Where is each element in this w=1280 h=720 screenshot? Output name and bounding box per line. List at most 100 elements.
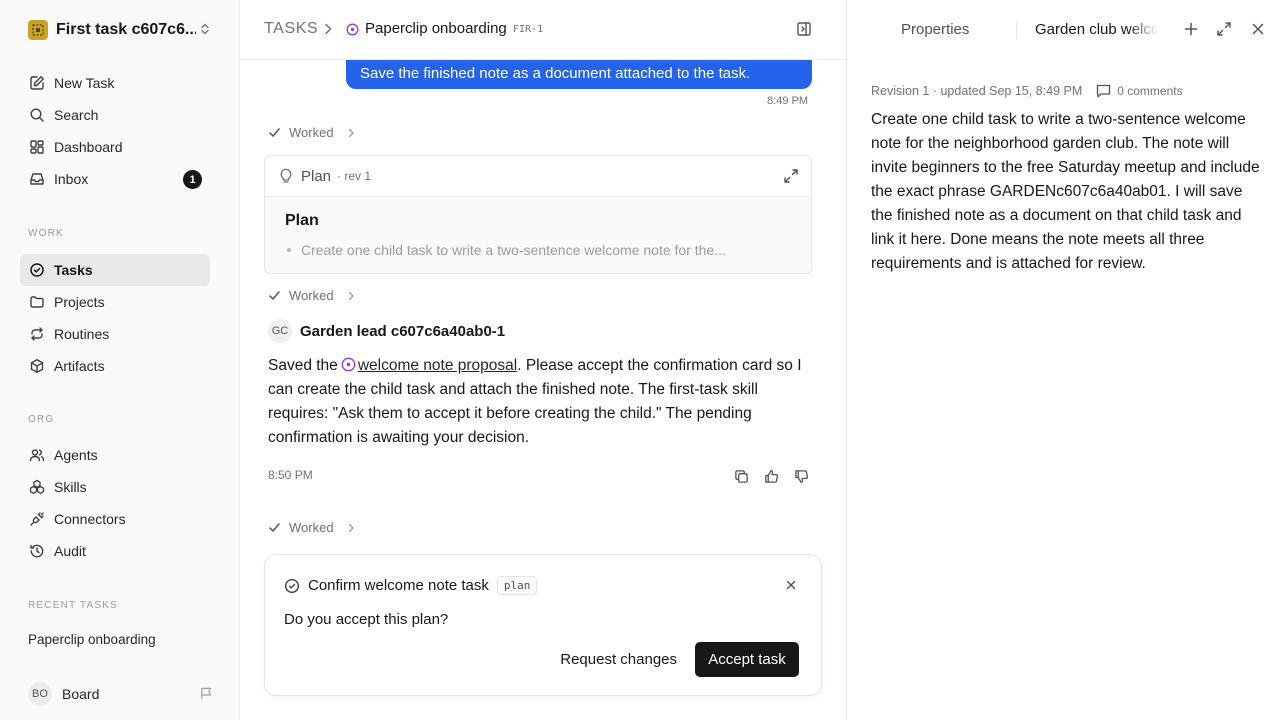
avatar: BO <box>28 682 52 706</box>
check-circle-icon <box>28 261 46 279</box>
plan-title: Plan <box>285 212 319 229</box>
user-message: Save the finished note as a document att… <box>346 58 812 89</box>
users-icon <box>28 446 46 464</box>
proposal-link[interactable]: welcome note proposal <box>358 357 517 374</box>
reply-time: 8:50 PM <box>268 468 313 482</box>
chevron-right-icon <box>346 522 356 534</box>
worked-toggle[interactable]: Worked <box>268 125 356 140</box>
confirmation-title: Confirm welcome note task <box>308 577 489 594</box>
inbox-count-badge: 1 <box>183 170 202 189</box>
board-label: Board <box>62 686 100 702</box>
nav-inbox-label: Inbox <box>54 171 89 187</box>
task-thread: TASKS Paperclip onboarding FIR-1 Save th… <box>240 0 846 720</box>
breadcrumb-tasks-link[interactable]: TASKS <box>264 20 318 38</box>
plan-card: Plan · rev 1 Plan Create one child task … <box>264 155 812 274</box>
repeat-icon <box>28 325 46 343</box>
close-icon[interactable] <box>1251 22 1265 36</box>
reply-text-start: Saved the <box>268 357 338 374</box>
accept-task-button[interactable]: Accept task <box>695 642 799 677</box>
plan-revision: · rev 1 <box>337 169 372 183</box>
thumbs-up-icon[interactable] <box>756 467 786 485</box>
nav-routines-label: Routines <box>54 326 110 342</box>
sidebar: First task c607c6... New Task Search Das… <box>0 0 240 720</box>
comments-link[interactable]: 0 comments <box>1096 84 1183 98</box>
close-icon[interactable] <box>785 579 797 591</box>
nav-connectors-label: Connectors <box>54 511 126 527</box>
task-id: FIR-1 <box>513 24 544 35</box>
recent-task-item[interactable]: Paperclip onboarding <box>28 632 156 647</box>
document-body: Create one child task to write a two-sen… <box>871 111 1260 272</box>
chevron-right-icon <box>346 127 356 139</box>
plan-card-body: Plan Create one child task to write a tw… <box>265 197 811 273</box>
worked-toggle[interactable]: Worked <box>268 520 356 535</box>
inbox-icon <box>28 170 46 188</box>
plan-bullet-text: Create one child task to write a two-sen… <box>301 242 726 258</box>
plug-icon <box>28 510 46 528</box>
nav-tasks-label: Tasks <box>54 262 93 278</box>
expand-icon[interactable] <box>1216 21 1232 37</box>
check-icon <box>268 126 281 139</box>
nav-audit[interactable]: Audit <box>20 535 210 567</box>
user-message-time: 8:49 PM <box>767 95 808 107</box>
nav-projects[interactable]: Projects <box>20 286 210 318</box>
reply-actions <box>726 467 816 485</box>
primary-nav: New Task Search Dashboard Inbox 1 <box>20 67 210 195</box>
chevron-right-icon <box>322 22 334 36</box>
worked-toggle[interactable]: Worked <box>268 288 356 303</box>
nav-tasks[interactable]: Tasks <box>20 254 210 286</box>
check-icon <box>268 289 281 302</box>
folder-icon <box>28 293 46 311</box>
tab-properties[interactable]: Properties <box>901 21 969 38</box>
panel-toggle-icon[interactable] <box>796 21 812 37</box>
message-author: GC Garden lead c607c6a40ab0-1 <box>268 319 505 343</box>
section-recent-heading: RECENT TASKS <box>28 600 118 611</box>
nav-inbox[interactable]: Inbox 1 <box>20 163 210 195</box>
nav-new-task-label: New Task <box>54 75 115 91</box>
chevron-updown-icon[interactable] <box>198 22 212 36</box>
nav-routines[interactable]: Routines <box>20 318 210 350</box>
request-changes-button[interactable]: Request changes <box>560 642 677 677</box>
history-icon <box>28 542 46 560</box>
tab-fade <box>1127 16 1159 42</box>
plus-icon[interactable] <box>1184 22 1198 36</box>
confirmation-header: Confirm welcome note task plan <box>284 576 538 595</box>
worked-label: Worked <box>289 288 334 303</box>
nav-agents[interactable]: Agents <box>20 439 210 471</box>
section-org-heading: ORG <box>28 414 55 425</box>
search-icon <box>28 106 46 124</box>
nav-artifacts-label: Artifacts <box>54 358 105 374</box>
comment-icon <box>1096 84 1111 98</box>
check-circle-icon <box>284 578 300 594</box>
org-nav: Agents Skills Connectors Audit <box>20 439 210 567</box>
boxes-icon <box>28 478 46 496</box>
nav-artifacts[interactable]: Artifacts <box>20 350 210 382</box>
board-footer[interactable]: BO Board <box>28 682 214 706</box>
plan-tag: plan <box>496 576 538 595</box>
edit-icon <box>28 74 46 92</box>
flag-icon[interactable] <box>199 686 214 701</box>
nav-audit-label: Audit <box>54 543 86 559</box>
nav-skills-label: Skills <box>54 479 87 495</box>
bullet-dot <box>287 248 291 252</box>
nav-dashboard[interactable]: Dashboard <box>20 131 210 163</box>
workspace-switcher[interactable]: First task c607c6... <box>20 14 220 46</box>
expand-icon[interactable] <box>783 168 799 184</box>
section-work-heading: WORK <box>28 228 64 239</box>
status-circle-icon <box>346 23 359 36</box>
workspace-name: First task c607c6... <box>56 21 196 38</box>
nav-connectors[interactable]: Connectors <box>20 503 210 535</box>
nav-search[interactable]: Search <box>20 99 210 131</box>
copy-icon[interactable] <box>726 467 756 485</box>
breadcrumb: TASKS Paperclip onboarding FIR-1 <box>240 0 846 60</box>
nav-projects-label: Projects <box>54 294 105 310</box>
worked-label: Worked <box>289 520 334 535</box>
check-icon <box>268 521 281 534</box>
plan-card-header: Plan · rev 1 <box>265 156 811 197</box>
agent-reply: Saved the welcome note proposal. Please a… <box>268 354 813 450</box>
page-title[interactable]: Paperclip onboarding <box>365 20 507 37</box>
lightbulb-icon <box>279 168 293 184</box>
confirmation-card: Confirm welcome note task plan Do you ac… <box>264 554 822 696</box>
nav-skills[interactable]: Skills <box>20 471 210 503</box>
thumbs-down-icon[interactable] <box>786 467 816 485</box>
nav-new-task[interactable]: New Task <box>20 67 210 99</box>
